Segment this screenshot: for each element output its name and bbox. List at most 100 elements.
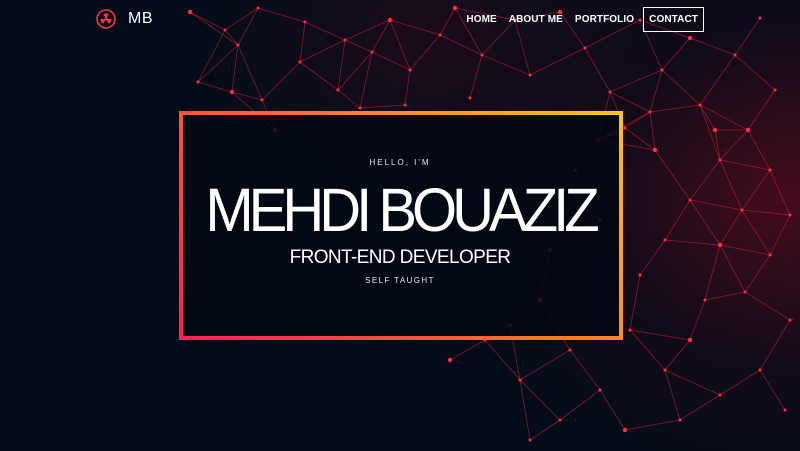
hero-greeting: HELLO, I'M	[369, 158, 431, 167]
nav-link-about-me[interactable]: ABOUT ME	[503, 8, 569, 31]
network-dot	[196, 80, 200, 84]
network-line	[337, 51, 373, 91]
network-dot	[583, 46, 587, 50]
nav-link-contact-button[interactable]: CONTACT	[643, 7, 704, 32]
network-dot	[652, 147, 658, 153]
network-line	[664, 369, 721, 396]
network-line	[299, 61, 339, 91]
network-line	[569, 349, 601, 391]
network-dot	[298, 60, 302, 64]
network-dot	[260, 98, 264, 102]
network-line	[359, 104, 406, 109]
network-dot	[598, 388, 602, 392]
network-dot	[733, 53, 737, 57]
network-line	[609, 91, 651, 113]
network-dot	[403, 103, 407, 107]
network-line	[744, 291, 791, 321]
network-dot	[408, 68, 412, 72]
network-line	[719, 369, 761, 396]
network-dot	[518, 378, 522, 382]
network-line	[699, 104, 721, 161]
network-line	[481, 54, 531, 76]
network-line	[629, 329, 666, 371]
network-line	[649, 104, 701, 113]
network-line	[599, 389, 626, 431]
network-dot	[528, 438, 532, 442]
network-line	[344, 39, 373, 53]
nav-link-portfolio[interactable]: PORTFOLIO	[569, 8, 640, 31]
network-line	[719, 129, 749, 161]
network-line	[734, 54, 776, 91]
network-dot	[678, 418, 682, 422]
network-line	[664, 369, 681, 421]
network-line	[237, 44, 263, 101]
network-line	[649, 69, 663, 113]
network-line	[261, 61, 301, 101]
nav-link-home[interactable]: HOME	[460, 8, 502, 31]
network-line	[747, 89, 776, 131]
hero-role: FRONT-END DEVELOPER	[289, 247, 511, 268]
hero-section: MB HOME ABOUT ME PORTFOLIO CONTACT HELLO…	[0, 0, 800, 451]
network-line	[529, 419, 561, 441]
network-dot	[343, 38, 347, 42]
network-dot	[773, 88, 777, 92]
network-line	[231, 44, 239, 93]
network-dot	[528, 73, 532, 77]
network-dot	[687, 337, 693, 343]
network-dot	[718, 393, 722, 397]
network-dot	[703, 298, 707, 302]
network-line	[759, 319, 791, 371]
network-line	[609, 69, 663, 93]
network-line	[689, 37, 736, 56]
network-line	[409, 34, 441, 71]
network-line	[337, 39, 346, 91]
network-line	[699, 54, 736, 106]
network-line	[559, 389, 601, 421]
network-dot	[622, 427, 628, 433]
hero-tagline: SELF TAUGHT	[365, 276, 435, 285]
network-dot	[447, 357, 453, 363]
network-dot	[608, 90, 612, 94]
network-dot	[623, 126, 627, 130]
network-line	[704, 291, 746, 301]
network-line	[484, 339, 521, 381]
network-dot	[568, 348, 572, 352]
network-line	[404, 69, 411, 106]
network-dot	[745, 127, 751, 133]
network-line	[519, 349, 571, 381]
brand[interactable]: MB	[96, 9, 153, 29]
network-dot	[660, 68, 664, 72]
radiation-icon	[96, 9, 116, 29]
network-dot	[628, 328, 632, 332]
navbar: MB HOME ABOUT ME PORTFOLIO CONTACT	[0, 0, 800, 38]
network-line	[629, 329, 691, 341]
network-line	[689, 299, 706, 341]
network-line	[469, 54, 483, 99]
network-line	[624, 127, 656, 151]
network-dot	[698, 103, 702, 107]
network-line	[337, 89, 361, 109]
brand-text: MB	[128, 10, 153, 27]
network-line	[661, 37, 691, 71]
network-line	[197, 44, 239, 83]
network-dot	[648, 110, 652, 114]
network-line	[584, 47, 611, 93]
network-line	[649, 111, 656, 151]
network-dot	[229, 89, 235, 95]
network-line	[299, 39, 346, 63]
hero-name: MEHDI BOUAZIZ	[205, 176, 599, 245]
network-dot	[558, 418, 562, 422]
network-dot	[358, 106, 362, 110]
network-line	[661, 69, 701, 106]
network-line	[714, 129, 721, 161]
network-line	[759, 369, 786, 411]
network-dot	[336, 88, 340, 92]
network-dot	[743, 290, 747, 294]
network-dot	[480, 53, 484, 57]
network-line	[664, 339, 691, 371]
network-dot	[236, 43, 240, 47]
network-dot	[758, 368, 762, 372]
network-dot	[783, 408, 787, 412]
network-line	[449, 339, 486, 361]
network-line	[679, 394, 721, 421]
